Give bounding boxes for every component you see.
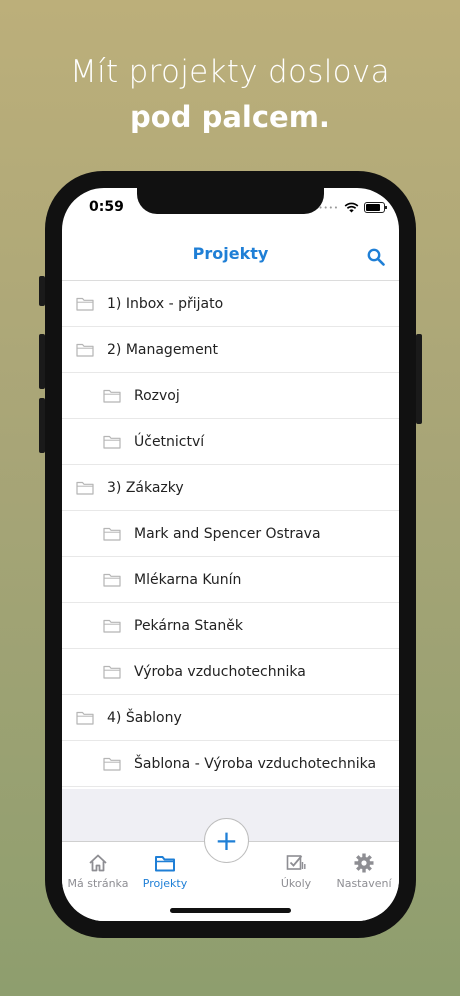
project-label: Mark and Spencer Ostrava [134,525,321,542]
home-indicator [170,908,291,913]
project-row[interactable]: Účetnictví [62,419,399,465]
project-row[interactable]: 2) Management [62,327,399,373]
project-label: Mlékarna Kunín [134,571,242,588]
folder-icon [103,665,121,679]
folder-icon [103,389,121,403]
app-screen: 0:59 •••• Projekty 1) Inbox - přijato 2) … [62,188,399,921]
project-label: Rozvoj [134,387,180,404]
project-label: 2) Management [107,341,219,358]
project-list: 1) Inbox - přijato 2) Management Rozvoj Úče… [62,281,399,787]
tab-my-page[interactable]: Má stránka [62,852,134,890]
volume-up-button [39,334,45,389]
phone-frame: 0:59 •••• Projekty 1) Inbox - přijato 2) … [39,171,422,938]
search-icon[interactable] [367,248,385,266]
project-row[interactable]: Šablona - Výroba vzduchotechnika [62,741,399,787]
tab-settings[interactable]: Nastavení [328,852,399,890]
tab-label: Úkoly [280,877,312,890]
project-label: Výroba vzduchotechnika [134,663,306,680]
project-label: Šablona - Výroba vzduchotechnika [134,755,377,772]
promo-line-2: pod palcem. [130,100,330,134]
battery-icon [364,202,387,213]
tasks-icon [286,855,306,870]
wifi-icon [344,202,359,213]
folder-icon [76,481,94,495]
tab-label: Nastavení [336,877,392,890]
tab-label: Projekty [142,877,188,890]
gear-icon [354,853,374,873]
status-indicators: •••• [318,202,387,213]
project-label: Pekárna Staněk [134,617,243,634]
folder-icon [103,757,121,771]
promo-line-1: Mít projekty doslova [70,54,390,90]
project-label: Účetnictví [134,433,205,450]
folder-icon [76,343,94,357]
navigation-bar: Projekty [62,228,399,281]
folder-icon [76,711,94,725]
promo-headline: Mít projekty doslova pod palcem. [0,50,460,140]
folder-icon [103,573,121,587]
project-row[interactable]: Výroba vzduchotechnika [62,649,399,695]
home-icon [89,854,107,872]
project-row[interactable]: Mark and Spencer Ostrava [62,511,399,557]
volume-down-button [39,398,45,453]
project-row[interactable]: 3) Zákazky [62,465,399,511]
folder-icon [103,435,121,449]
signal-icon: •••• [318,203,339,212]
project-row[interactable]: 1) Inbox - přijato [62,281,399,327]
tab-label: Má stránka [67,877,129,890]
folder-icon [103,527,121,541]
power-button [416,334,422,424]
mute-switch [39,276,45,306]
folder-icon [155,856,175,872]
project-row[interactable]: 4) Šablony [62,695,399,741]
project-row[interactable]: Mlékarna Kunín [62,557,399,603]
project-label: 1) Inbox - přijato [107,295,224,312]
project-row[interactable]: Rozvoj [62,373,399,419]
tab-bar: + Má stránka Projekty Úkoly Nastavení [62,818,399,921]
status-time: 0:59 [89,199,124,215]
folder-icon [103,619,121,633]
page-title: Projekty [192,244,269,263]
project-row[interactable]: Pekárna Staněk [62,603,399,649]
project-label: 3) Zákazky [107,479,184,496]
add-button[interactable]: + [204,818,249,863]
project-label: 4) Šablony [107,709,182,726]
notch [137,188,324,214]
tab-projects[interactable]: Projekty [129,852,201,890]
folder-icon [76,297,94,311]
tab-tasks[interactable]: Úkoly [260,852,332,890]
